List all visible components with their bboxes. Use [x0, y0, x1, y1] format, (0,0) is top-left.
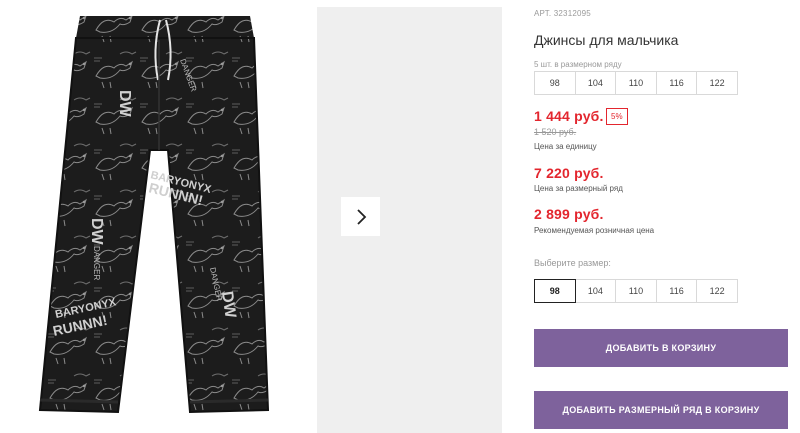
product-main-photo[interactable]: BARYONYX RUNNN! BARYONYX RUNNN! DANGER D…	[0, 0, 310, 433]
unit-price: 1 444 руб.	[534, 108, 604, 124]
size-option-104[interactable]: 104	[574, 279, 617, 303]
chevron-right-icon	[356, 208, 366, 225]
add-pack-to-cart-button[interactable]: ДОБАВИТЬ РАЗМЕРНЫЙ РЯД В КОРЗИНУ	[534, 391, 788, 429]
size-option-110[interactable]: 110	[615, 279, 657, 303]
print-text-dw-1: DW	[116, 90, 133, 118]
retail-price: 2 899 руб.	[534, 206, 604, 222]
retail-price-caption: Рекомендуемая розничная цена	[534, 226, 655, 235]
pack-size-cell: 110	[615, 71, 657, 95]
pack-size-cell: 98	[534, 71, 576, 95]
product-gallery: BARYONYX RUNNN! BARYONYX RUNNN! DANGER D…	[0, 0, 520, 433]
pack-price: 7 220 руб.	[534, 165, 604, 181]
pack-price-caption: Цена за размерный ряд	[534, 184, 623, 193]
size-selector: 98 104 110 116 122	[534, 279, 738, 303]
pack-size-label: 5 шт. в размерном ряду	[534, 60, 622, 69]
pack-size-cell: 116	[655, 71, 698, 95]
size-option-98[interactable]: 98	[534, 279, 576, 303]
pack-size-cell: 104	[574, 71, 617, 95]
pack-size-cell: 122	[696, 71, 738, 95]
unit-price-caption: Цена за единицу	[534, 142, 597, 151]
pack-size-row: 98 104 110 116 122	[534, 71, 738, 95]
gallery-next-button[interactable]	[341, 197, 380, 236]
product-title: Джинсы для мальчика	[534, 32, 679, 48]
discount-badge: 5%	[606, 108, 628, 125]
jeans-image: BARYONYX RUNNN! BARYONYX RUNNN! DANGER D…	[38, 16, 270, 414]
size-option-122[interactable]: 122	[696, 279, 738, 303]
size-option-116[interactable]: 116	[655, 279, 698, 303]
add-to-cart-button[interactable]: ДОБАВИТЬ В КОРЗИНУ	[534, 329, 788, 367]
choose-size-label: Выберите размер:	[534, 258, 611, 268]
old-price: 1 520 руб.	[534, 127, 577, 137]
product-article: АРТ. 32312095	[534, 9, 591, 18]
print-text-danger-2: DANGER	[92, 246, 101, 280]
print-text-dw-2: DW	[88, 218, 105, 246]
